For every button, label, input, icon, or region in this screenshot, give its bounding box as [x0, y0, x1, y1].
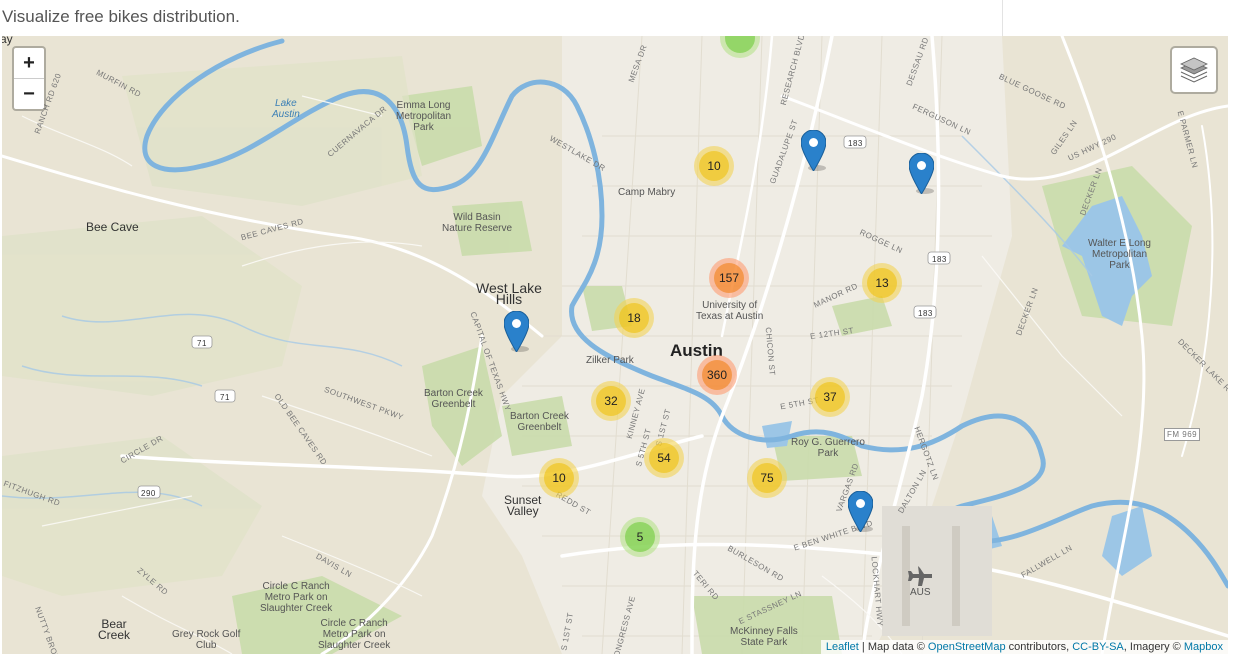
map-pin-icon[interactable] [801, 130, 826, 171]
attribution-text: | Map data © [858, 641, 928, 653]
bike-cluster-count: 5 [625, 522, 655, 552]
map-pin-icon[interactable] [504, 311, 529, 352]
map-attribution: Leaflet | Map data © OpenStreetMap contr… [820, 640, 1228, 654]
map-label-bee-cave: Bee Cave [86, 220, 139, 234]
shield-71b: 71 [220, 393, 230, 402]
shield-183b: 183 [932, 255, 947, 264]
mapbox-link[interactable]: Mapbox [1184, 641, 1223, 653]
bike-cluster-count: 32 [596, 386, 626, 416]
bike-cluster[interactable]: 37 [810, 377, 850, 417]
bike-cluster[interactable]: 5 [620, 517, 660, 557]
header-divider [1002, 0, 1003, 36]
shield-290: 290 [141, 489, 156, 498]
zoom-control: + − [12, 46, 46, 111]
bike-cluster-count: 10 [699, 151, 729, 181]
shield-183c: 183 [918, 309, 933, 318]
bike-cluster[interactable]: 54 [644, 438, 684, 478]
bike-cluster-count: 13 [867, 268, 897, 298]
map-label-university: University of Texas at Austin [696, 300, 764, 322]
map-label-barton-creek-greenbelt-2: Barton Creek Greenbelt [510, 411, 569, 433]
bike-cluster-count: 10 [544, 463, 574, 493]
bike-cluster[interactable]: 32 [591, 381, 631, 421]
attribution-text: , Imagery © [1123, 641, 1184, 653]
map-label-wild-basin: Wild Basin Nature Reserve [442, 212, 513, 234]
map-label-aus: AUS [910, 587, 931, 598]
bike-cluster[interactable]: 360 [697, 355, 737, 395]
layers-control-button[interactable] [1170, 46, 1218, 94]
attribution-text: contributors, [1005, 641, 1073, 653]
map-pin-icon[interactable] [909, 153, 934, 194]
map-label-guerrero: Roy G. Guerrero Park [791, 437, 865, 459]
map-label-bear-creek: Bear Creek [98, 617, 131, 642]
map-label-barton-creek-greenbelt: Barton Creek Greenbelt [424, 388, 483, 410]
shield-71: 71 [197, 339, 207, 348]
bike-cluster-count: 157 [714, 263, 744, 293]
map-label-way: ay [2, 36, 13, 46]
zoom-out-button[interactable]: − [14, 79, 44, 109]
map-label-mckinney: McKinney Falls State Park [730, 626, 798, 648]
map-label-west-lake-hills: West Lake Hills [476, 280, 542, 307]
road-label-fm969: FM 969 [1164, 428, 1201, 441]
map-container[interactable]: ay Lake Austin Emma Long Metropolitan Pa… [2, 36, 1228, 654]
bike-cluster-count: 360 [702, 360, 732, 390]
map-label-zilker: Zilker Park [586, 355, 634, 366]
shield-183a: 183 [848, 139, 863, 148]
map-label-lake-austin: Lake Austin [272, 98, 300, 120]
map-pin-icon[interactable] [848, 491, 873, 532]
bike-cluster-count: 18 [619, 303, 649, 333]
bike-cluster[interactable]: 75 [747, 458, 787, 498]
bike-cluster-count: 75 [752, 463, 782, 493]
page-title: Visualize free bikes distribution. [2, 7, 240, 26]
bike-cluster[interactable]: 10 [539, 458, 579, 498]
bike-cluster-count: 54 [649, 443, 679, 473]
map-label-walter-long: Walter E Long Metropolitan Park [1088, 238, 1151, 271]
map-label-circle-c-2: Circle C Ranch Metro Park on Slaughter C… [318, 618, 391, 651]
map-label-camp-mabry: Camp Mabry [618, 187, 676, 198]
leaflet-link[interactable]: Leaflet [826, 641, 859, 653]
osm-link[interactable]: OpenStreetMap [928, 641, 1006, 653]
layers-icon [1180, 57, 1208, 83]
map-label-grey-rock: Grey Rock Golf Club [172, 629, 241, 651]
bike-cluster-count: 37 [815, 382, 845, 412]
bike-cluster[interactable]: 10 [694, 146, 734, 186]
map-label-sunset-valley: Sunset Valley [504, 493, 542, 518]
cc-by-sa-link[interactable]: CC-BY-SA [1072, 641, 1124, 653]
bike-cluster[interactable]: 13 [862, 263, 902, 303]
page-header: Visualize free bikes distribution. [0, 0, 1236, 36]
bike-cluster[interactable]: 157 [709, 258, 749, 298]
bike-cluster[interactable]: 18 [614, 298, 654, 338]
map-label-circle-c-1: Circle C Ranch Metro Park on Slaughter C… [260, 581, 333, 614]
zoom-in-button[interactable]: + [14, 48, 44, 79]
map-label-emma-long: Emma Long Metropolitan Park [396, 100, 452, 133]
